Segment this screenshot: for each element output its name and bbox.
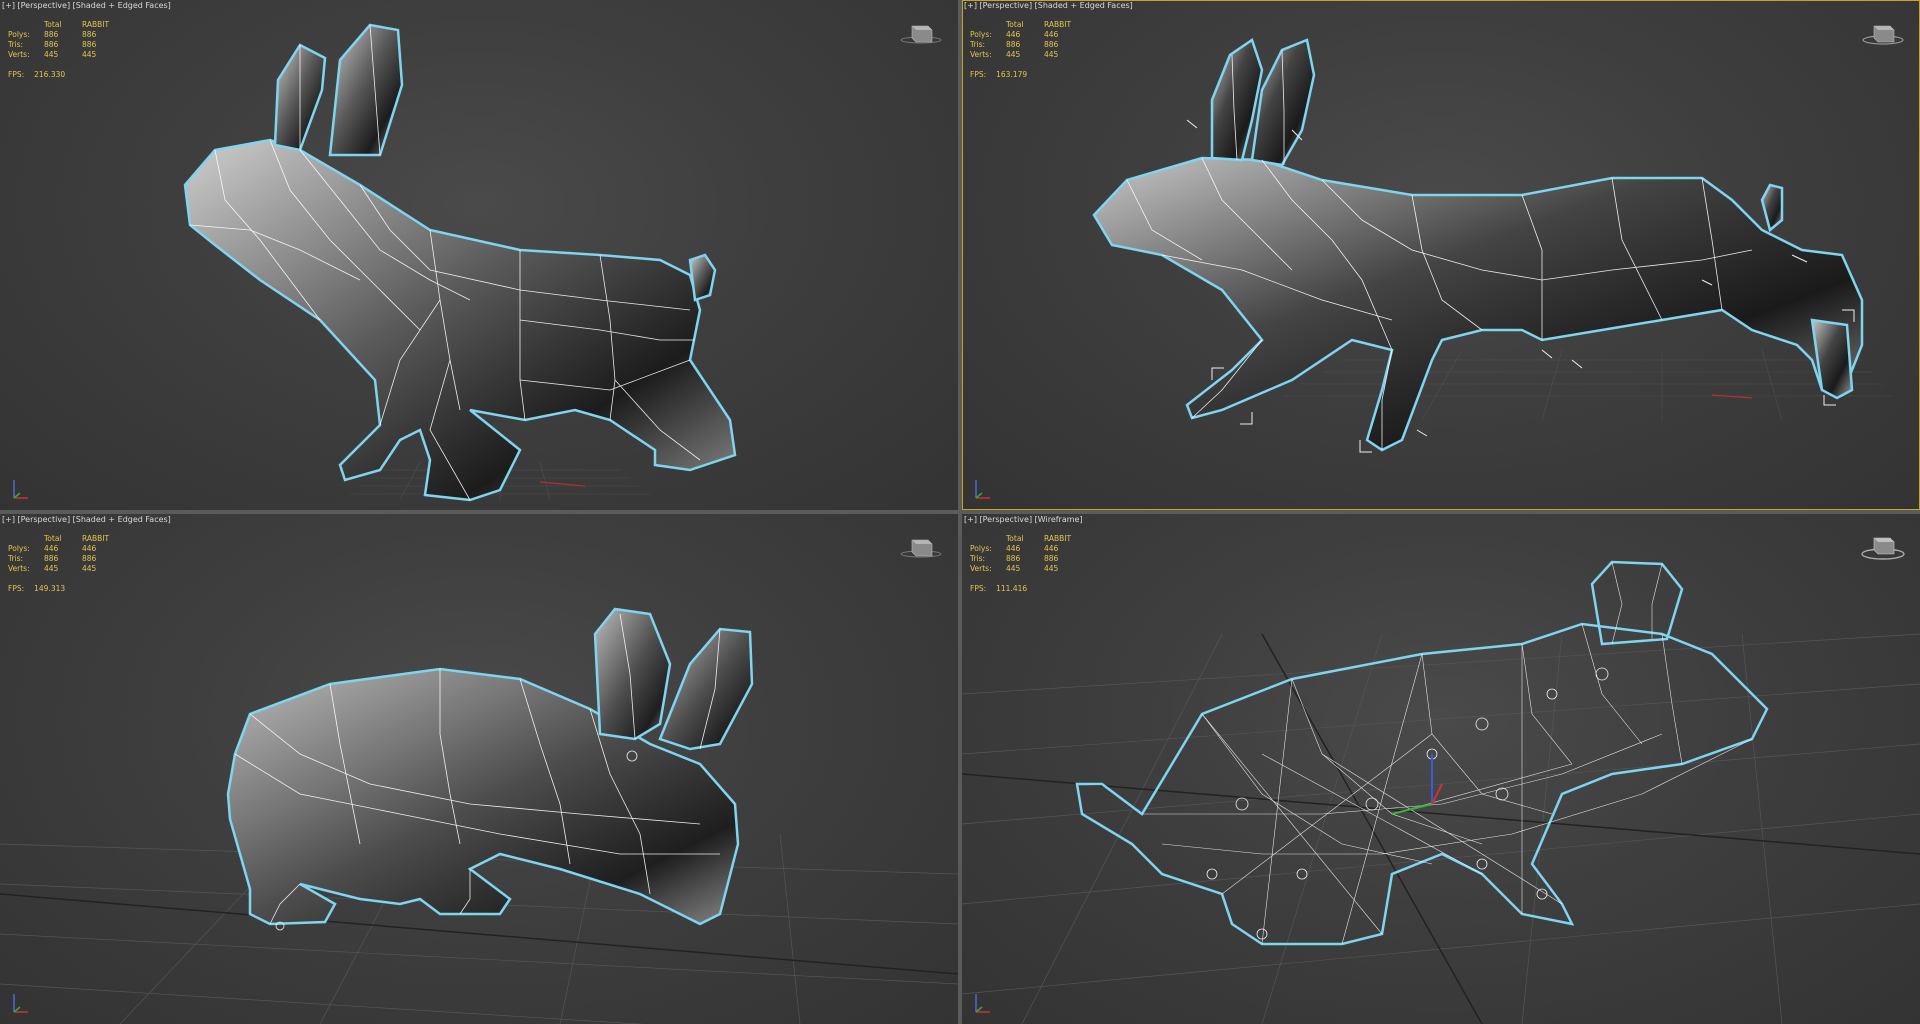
viewport-pov-menu[interactable]: [Perspective]: [18, 1, 71, 10]
viewport-bottom-left[interactable]: [+] [Perspective] [Shaded + Edged Faces]…: [0, 514, 958, 1024]
viewport-top-right[interactable]: [+] [Perspective] [Shaded + Edged Faces]…: [962, 0, 1920, 510]
stats-label: Verts:: [8, 564, 30, 573]
stats-value: 445: [1006, 50, 1021, 59]
stats-col-total: Total: [1006, 20, 1024, 29]
stats-col-object: RABBIT: [1044, 20, 1072, 29]
stats-value: 446: [1044, 30, 1059, 39]
viewport-menu-button[interactable]: [+]: [964, 515, 977, 524]
stats-value: 445: [1044, 564, 1059, 573]
viewport-top-left[interactable]: [+] [Perspective] [Shaded + Edged Faces]…: [0, 0, 958, 510]
stats-value: 886: [1006, 554, 1021, 563]
statistics-overlay: Total RABBIT Polys: 886 886 Tris: 886 886 Ver…: [8, 20, 117, 60]
viewport-label[interactable]: [+] [Perspective] [Shaded + Edged Faces]: [2, 1, 171, 10]
stats-value: 446: [44, 544, 59, 553]
viewport-shading-menu[interactable]: [Shaded + Edged Faces]: [73, 1, 171, 10]
axis-tripod-icon: [13, 480, 28, 499]
fps-readout: FPS: 149.313: [8, 584, 75, 593]
viewport-label[interactable]: [+] [Perspective] [Wireframe]: [964, 515, 1083, 524]
stats-label: Verts:: [970, 564, 992, 573]
viewport-shading-menu[interactable]: [Wireframe]: [1035, 515, 1083, 524]
stats-col-total: Total: [44, 534, 62, 543]
axis-tripod-icon: [975, 480, 990, 499]
stats-col-object: RABBIT: [82, 20, 110, 29]
viewcube-icon[interactable]: [1860, 18, 1906, 48]
viewcube-icon[interactable]: [898, 532, 944, 562]
rabbit-model-standing: [183, 23, 737, 502]
stats-label: Tris:: [970, 554, 986, 563]
stats-value: 445: [44, 564, 59, 573]
stats-label: Polys:: [970, 30, 992, 39]
viewport-pov-menu[interactable]: [Perspective]: [18, 515, 71, 524]
fps-readout: FPS: 216.330: [8, 70, 75, 79]
stats-value: 886: [1006, 40, 1021, 49]
fps-readout: FPS: 111.416: [970, 584, 1037, 593]
stats-col-object: RABBIT: [82, 534, 110, 543]
stats-col-total: Total: [44, 20, 62, 29]
stats-value: 445: [44, 50, 59, 59]
fps-value: 111.416: [996, 584, 1028, 593]
viewport-shading-menu[interactable]: [Shaded + Edged Faces]: [73, 515, 171, 524]
stats-col-object: RABBIT: [1044, 534, 1072, 543]
stats-value: 886: [44, 40, 59, 49]
fps-label: FPS:: [970, 584, 987, 593]
viewport-menu-button[interactable]: [+]: [2, 1, 15, 10]
fps-value: 216.330: [34, 70, 66, 79]
viewport-menu-button[interactable]: [+]: [2, 515, 15, 524]
stats-value: 445: [82, 50, 97, 59]
fps-label: FPS:: [970, 70, 987, 79]
viewport-shading-menu[interactable]: [Shaded + Edged Faces]: [1035, 1, 1133, 10]
stats-value: 445: [1044, 50, 1059, 59]
stats-label: Verts:: [970, 50, 992, 59]
statistics-overlay: Total RABBIT Polys: 446 446 Tris: 886 886 Ver…: [970, 534, 1079, 574]
viewport-label[interactable]: [+] [Perspective] [Shaded + Edged Faces]: [964, 1, 1133, 10]
stats-label: Tris:: [8, 40, 24, 49]
stats-value: 445: [82, 564, 97, 573]
stats-value: 446: [82, 544, 97, 553]
axis-tripod-icon: [13, 994, 28, 1013]
stats-value: 886: [44, 30, 59, 39]
stats-value: 446: [1006, 544, 1021, 553]
rabbit-model-crouching: [0, 607, 958, 1024]
stats-value: 886: [82, 554, 97, 563]
viewport-label[interactable]: [+] [Perspective] [Shaded + Edged Faces]: [2, 515, 171, 524]
stats-value: 886: [82, 30, 97, 39]
fps-readout: FPS: 163.179: [970, 70, 1037, 79]
fps-label: FPS:: [8, 70, 25, 79]
stats-label: Tris:: [970, 40, 986, 49]
stats-value: 886: [1044, 40, 1059, 49]
stats-label: Polys:: [970, 544, 992, 553]
fps-value: 163.179: [996, 70, 1028, 79]
stats-value: 886: [82, 40, 97, 49]
axis-tripod-icon: [975, 994, 990, 1013]
stats-label: Verts:: [8, 50, 30, 59]
viewport-menu-button[interactable]: [+]: [964, 1, 977, 10]
stats-value: 446: [1044, 544, 1059, 553]
stats-value: 886: [44, 554, 59, 563]
stats-value: 446: [1006, 30, 1021, 39]
viewport-pov-menu[interactable]: [Perspective]: [980, 515, 1033, 524]
viewport-pov-menu[interactable]: [Perspective]: [980, 1, 1033, 10]
stats-label: Polys:: [8, 544, 30, 553]
rabbit-model-leaping: [1092, 38, 1892, 453]
stats-col-total: Total: [1006, 534, 1024, 543]
stats-value: 886: [1044, 554, 1059, 563]
fps-label: FPS:: [8, 584, 25, 593]
viewcube-icon[interactable]: [1860, 532, 1906, 562]
viewport-bottom-right[interactable]: [+] [Perspective] [Wireframe] Total RABBI…: [962, 514, 1920, 1024]
statistics-overlay: Total RABBIT Polys: 446 446 Tris: 886 886 Ver…: [8, 534, 117, 574]
statistics-overlay: Total RABBIT Polys: 446 446 Tris: 886 886 Ver…: [970, 20, 1079, 60]
stats-value: 445: [1006, 564, 1021, 573]
viewcube-icon[interactable]: [898, 18, 944, 48]
stats-label: Tris:: [8, 554, 24, 563]
fps-value: 149.313: [34, 584, 66, 593]
stats-label: Polys:: [8, 30, 30, 39]
rabbit-model-wireframe: [962, 560, 1920, 1024]
